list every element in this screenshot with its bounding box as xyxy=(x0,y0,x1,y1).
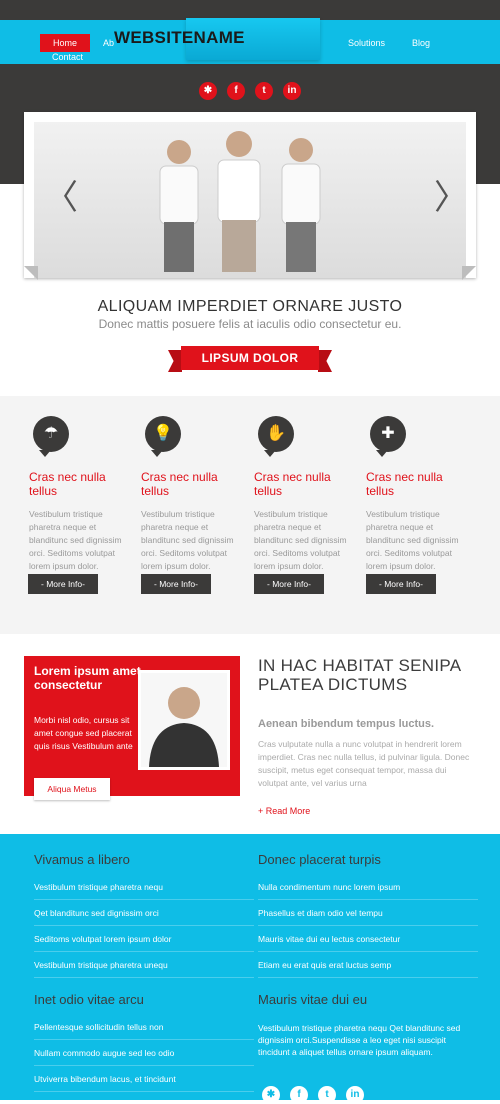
nav-about[interactable]: Ab xyxy=(103,38,114,48)
feature-text: Vestibulum tristique pharetra neque et b… xyxy=(366,509,459,571)
feature-card: ✋ Cras nec nulla tellus Vestibulum trist… xyxy=(254,416,358,573)
more-info-button[interactable]: - More Info- xyxy=(141,574,211,594)
about-subtitle: Aenean bibendum tempus luctus. xyxy=(258,718,435,730)
footer-col1-list: Vestibulum tristique pharetra nequ Qet b… xyxy=(34,874,254,978)
footer-link[interactable]: Seditoms volutpat lorem ipsum dolor xyxy=(34,926,254,952)
umbrella-icon: ☂ xyxy=(33,416,69,457)
footer-col4-title: Mauris vitae dui eu xyxy=(258,992,368,1007)
feature-text: Vestibulum tristique pharetra neque et b… xyxy=(141,509,234,571)
footer-link[interactable]: Vestibulum tristique pharetra nequ xyxy=(34,874,254,900)
stumbleupon-icon[interactable]: ✱ xyxy=(262,1086,280,1104)
puzzle-icon: ✚ xyxy=(370,416,406,457)
linkedin-icon[interactable]: in xyxy=(283,82,301,100)
feature-text: Vestibulum tristique pharetra neque et b… xyxy=(254,509,347,571)
more-info-button[interactable]: - More Info- xyxy=(28,574,98,594)
footer-col3-list: Pellentesque sollicitudin tellus non Nul… xyxy=(34,1014,254,1092)
features-section: ☂ Cras nec nulla tellus Vestibulum trist… xyxy=(0,396,500,634)
footer-link[interactable]: Qet blanditunc sed dignissim orci xyxy=(34,900,254,926)
site-logo[interactable]: WEBSITENAME xyxy=(114,28,245,48)
hero-title: ALIQUAM IMPERDIET ORNARE JUSTO xyxy=(97,298,403,315)
hero-cta-button[interactable]: LIPSUM DOLOR xyxy=(181,346,319,370)
footer-link[interactable]: Nulla condimentum nunc lorem ipsum xyxy=(258,874,478,900)
nav-solutions[interactable]: Solutions xyxy=(348,38,385,48)
slider-prev-arrow-icon[interactable]: 〈 xyxy=(44,170,78,219)
nav-home[interactable]: Home xyxy=(40,34,90,52)
promo-button[interactable]: Aliqua Metus xyxy=(34,778,110,800)
feature-title: Cras nec nulla tellus xyxy=(254,470,331,498)
hero-people-illustration xyxy=(159,131,321,272)
ribbon-tail-right xyxy=(318,350,332,372)
footer-col1-title: Vivamus a libero xyxy=(34,852,130,867)
hero-image xyxy=(34,122,466,278)
facebook-icon[interactable]: f xyxy=(227,82,245,100)
footer-link[interactable]: Phasellus et diam odio vel tempu xyxy=(258,900,478,926)
nav-contact[interactable]: Contact xyxy=(52,52,83,62)
footer-link[interactable]: Vestibulum tristique pharetra unequ xyxy=(34,952,254,978)
twitter-icon[interactable]: t xyxy=(318,1086,336,1104)
hand-icon: ✋ xyxy=(258,416,294,457)
footer-col2-title: Donec placerat turpis xyxy=(258,852,381,867)
feature-text: Vestibulum tristique pharetra neque et b… xyxy=(29,509,122,571)
lightbulb-icon: 💡 xyxy=(145,416,181,457)
feature-title: Cras nec nulla tellus xyxy=(366,470,443,498)
footer-link[interactable]: Pellentesque sollicitudin tellus non xyxy=(34,1014,254,1040)
feature-card: ☂ Cras nec nulla tellus Vestibulum trist… xyxy=(29,416,133,573)
feature-card: ✚ Cras nec nulla tellus Vestibulum trist… xyxy=(366,416,470,573)
slider-next-arrow-icon[interactable]: 〉 xyxy=(434,170,468,219)
hero-slider xyxy=(24,112,476,278)
more-info-button[interactable]: - More Info- xyxy=(254,574,324,594)
twitter-icon[interactable]: t xyxy=(255,82,273,100)
feature-card: 💡 Cras nec nulla tellus Vestibulum trist… xyxy=(141,416,245,573)
linkedin-icon[interactable]: in xyxy=(346,1086,364,1104)
footer-link[interactable]: Utviverra bibendum lacus, et tincidunt xyxy=(34,1066,254,1092)
facebook-icon[interactable]: f xyxy=(290,1086,308,1104)
read-more-link[interactable]: + Read More xyxy=(258,806,310,816)
more-info-button[interactable]: - More Info- xyxy=(366,574,436,594)
promo-title: Lorem ipsum amet consectetur xyxy=(34,664,141,692)
footer-col3-title: Inet odio vitae arcu xyxy=(34,992,144,1007)
feature-title: Cras nec nulla tellus xyxy=(29,470,106,498)
about-text: Cras vulputate nulla a nunc volutpat in … xyxy=(258,739,470,788)
footer-col4-text: Vestibulum tristique pharetra nequ Qet b… xyxy=(258,1023,461,1057)
footer-link[interactable]: Mauris vitae dui eu lectus consectetur xyxy=(258,926,478,952)
footer-col2-list: Nulla condimentum nunc lorem ipsum Phase… xyxy=(258,874,478,978)
promo-text: Morbi nisl odio, cursus sit amet congue … xyxy=(34,715,133,751)
footer-link[interactable]: Nullam commodo augue sed leo odio xyxy=(34,1040,254,1066)
stumbleupon-icon[interactable]: ✱ xyxy=(199,82,217,100)
feature-title: Cras nec nulla tellus xyxy=(141,470,218,498)
hero-subtitle: Donec mattis posuere felis at iaculis od… xyxy=(98,317,402,331)
promo-box: Lorem ipsum amet consectetur Morbi nisl … xyxy=(24,656,240,800)
about-title: IN HAC HABITAT SENIPA PLATEA DICTUMS xyxy=(258,656,461,694)
nav-blog[interactable]: Blog xyxy=(412,38,430,48)
ribbon-tail-left xyxy=(168,350,182,372)
footer-link[interactable]: Etiam eu erat quis erat luctus semp xyxy=(258,952,478,978)
promo-photo xyxy=(138,670,230,770)
promo-person-illustration xyxy=(149,687,219,767)
